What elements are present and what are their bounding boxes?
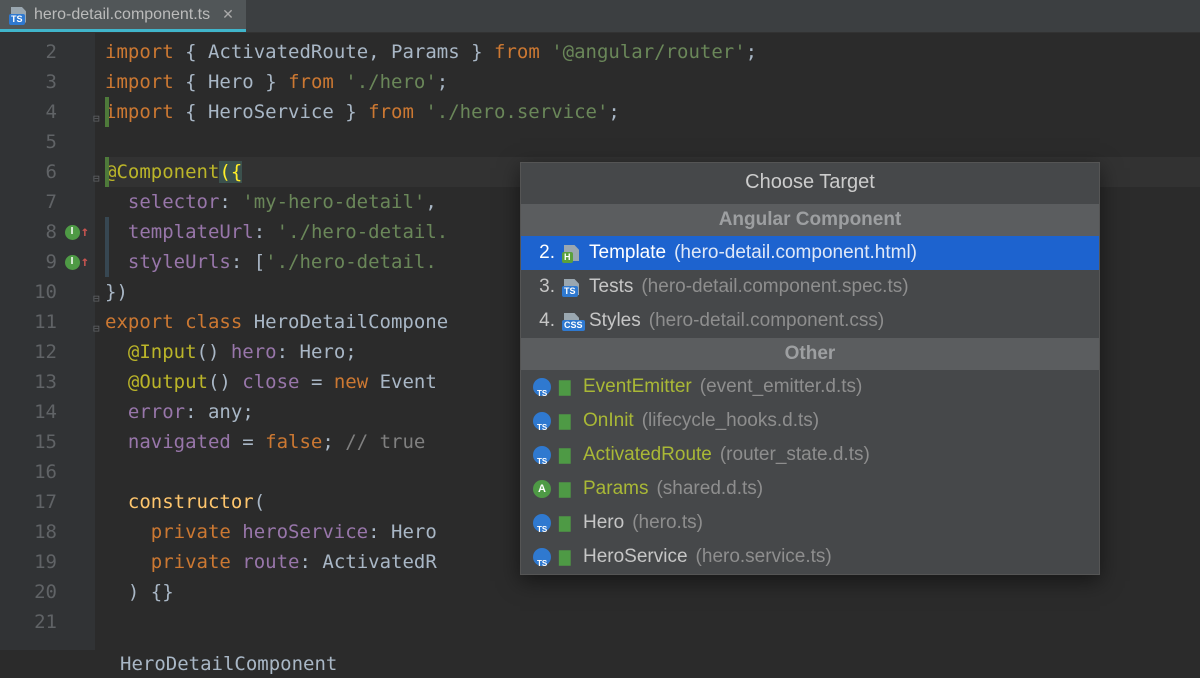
html-file-icon: H: [563, 244, 581, 262]
line-number: 14: [0, 397, 95, 427]
ts-symbol-icon: [533, 514, 551, 532]
css-file-icon: CSS: [563, 312, 581, 330]
popup-title: Choose Target: [521, 163, 1099, 204]
namespace-icon: ▇: [559, 378, 575, 396]
line-number: 11: [0, 307, 95, 337]
line-number: 13: [0, 367, 95, 397]
close-icon[interactable]: ✕: [216, 6, 234, 23]
namespace-icon: ▇: [559, 480, 575, 498]
namespace-icon: ▇: [559, 548, 575, 566]
popup-item-params[interactable]: A ▇ Params (shared.d.ts): [521, 472, 1099, 506]
line-number: 21: [0, 607, 95, 637]
fold-icon[interactable]: ⊟: [93, 284, 103, 294]
line-number: 19: [0, 547, 95, 577]
namespace-icon: ▇: [559, 412, 575, 430]
line-number: 7: [0, 187, 95, 217]
line-number: 9 I↑: [0, 247, 95, 277]
tab-bar: TS hero-detail.component.ts ✕: [0, 0, 1200, 33]
line-number: 17: [0, 487, 95, 517]
ts-symbol-icon: [533, 548, 551, 566]
namespace-icon: ▇: [559, 446, 575, 464]
popup-item-tests[interactable]: 3. TS Tests (hero-detail.component.spec.…: [521, 270, 1099, 304]
line-number: 16: [0, 457, 95, 487]
gutter-implements-marker[interactable]: I↑: [65, 247, 89, 277]
line-number: 12: [0, 337, 95, 367]
editor-tab[interactable]: TS hero-detail.component.ts ✕: [0, 0, 246, 32]
line-number: 10: [0, 277, 95, 307]
gutter-implements-marker[interactable]: I↑: [65, 217, 89, 247]
line-number: 18: [0, 517, 95, 547]
annotation-symbol-icon: A: [533, 480, 551, 498]
namespace-icon: ▇: [559, 514, 575, 532]
popup-item-styles[interactable]: 4. CSS Styles (hero-detail.component.css…: [521, 304, 1099, 338]
fold-icon[interactable]: ⊟: [93, 314, 103, 324]
popup-item-activatedroute[interactable]: ▇ ActivatedRoute (router_state.d.ts): [521, 438, 1099, 472]
ts-file-icon: TS: [10, 6, 28, 24]
ts-symbol-icon: [533, 446, 551, 464]
line-number: 3: [0, 67, 95, 97]
popup-item-eventemitter[interactable]: ▇ EventEmitter (event_emitter.d.ts): [521, 370, 1099, 404]
line-number: 5: [0, 127, 95, 157]
popup-item-hero[interactable]: ▇ Hero (hero.ts): [521, 506, 1099, 540]
ts-symbol-icon: [533, 378, 551, 396]
line-number: 20: [0, 577, 95, 607]
popup-item-oninit[interactable]: ▇ OnInit (lifecycle_hooks.d.ts): [521, 404, 1099, 438]
fold-icon[interactable]: ⊟: [93, 164, 103, 174]
popup-section-angular: Angular Component: [521, 204, 1099, 236]
line-number: 2: [0, 37, 95, 67]
ts-file-icon: TS: [563, 278, 581, 296]
line-number: 6: [0, 157, 95, 187]
ts-symbol-icon: [533, 412, 551, 430]
line-number: 4: [0, 97, 95, 127]
popup-section-other: Other: [521, 338, 1099, 370]
breadcrumb[interactable]: HeroDetailComponent: [0, 650, 1200, 678]
fold-icon[interactable]: ⊟: [93, 104, 103, 114]
gutter[interactable]: 2 3 4 5 6 7 8 I↑ 9 I↑ 10 11 12 13 14 15 …: [0, 33, 95, 650]
choose-target-popup: Choose Target Angular Component 2. H Tem…: [520, 162, 1100, 575]
popup-item-template[interactable]: 2. H Template (hero-detail.component.htm…: [521, 236, 1099, 270]
popup-item-heroservice[interactable]: ▇ HeroService (hero.service.ts): [521, 540, 1099, 574]
line-number: 8 I↑: [0, 217, 95, 247]
line-number: 15: [0, 427, 95, 457]
tab-filename: hero-detail.component.ts: [34, 6, 210, 24]
